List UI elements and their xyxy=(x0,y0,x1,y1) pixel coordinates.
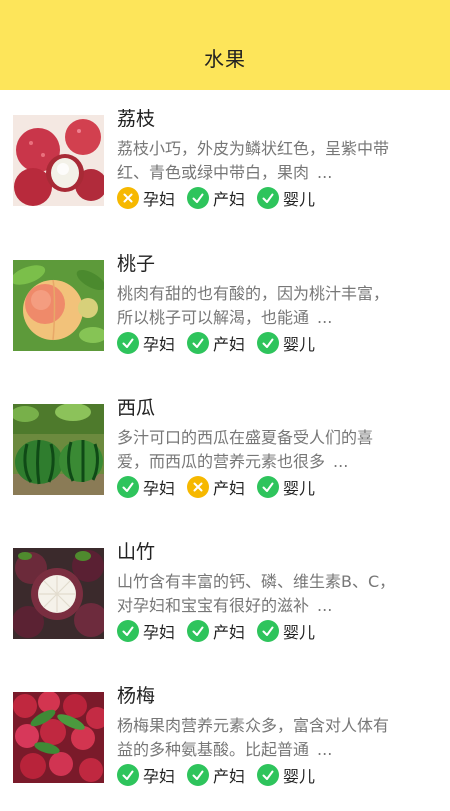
tag-pregnant: 孕妇 xyxy=(117,475,175,499)
mangosteen-image xyxy=(13,548,104,639)
tag-postpartum: 产妇 xyxy=(187,186,245,210)
fruit-name: 山竹 xyxy=(117,541,156,563)
check-icon xyxy=(257,187,280,209)
fruit-item-bayberry[interactable]: 杨梅 杨梅果肉营养元素众多，富含对人体有 益的多种氨基酸。比起普通... 孕妇 … xyxy=(0,667,450,811)
bayberry-image xyxy=(13,692,104,783)
tag-infant: 婴儿 xyxy=(257,619,315,643)
fruit-item-peach[interactable]: 桃子 桃肉有甜的也有酸的，因为桃汁丰富， 所以桃子可以解渴，也能通... 孕妇 … xyxy=(0,235,450,379)
tag-pregnant: 孕妇 xyxy=(117,763,175,787)
check-icon xyxy=(117,620,139,642)
tag-infant: 婴儿 xyxy=(257,763,315,787)
tag-infant: 婴儿 xyxy=(257,331,315,355)
tag-postpartum: 产妇 xyxy=(187,475,245,499)
fruit-description: 杨梅果肉营养元素众多，富含对人体有 益的多种氨基酸。比起普通... xyxy=(117,716,390,759)
tag-infant: 婴儿 xyxy=(257,475,315,499)
check-icon xyxy=(117,476,139,498)
tag-postpartum: 产妇 xyxy=(187,619,245,643)
fruit-name: 西瓜 xyxy=(117,397,156,419)
check-icon xyxy=(257,332,280,354)
suitability-tags: 孕妇 产妇 婴儿 xyxy=(117,331,327,355)
check-icon xyxy=(187,332,210,354)
tag-postpartum: 产妇 xyxy=(187,763,245,787)
peach-image xyxy=(13,260,104,351)
lychee-image xyxy=(13,115,104,206)
fruit-description: 桃肉有甜的也有酸的，因为桃汁丰富， 所以桃子可以解渴，也能通... xyxy=(117,284,390,327)
fruit-description: 多汁可口的西瓜在盛夏备受人们的喜 爱，而西瓜的营养元素也很多... xyxy=(117,428,374,471)
check-icon xyxy=(257,476,280,498)
check-icon xyxy=(257,764,280,786)
check-icon xyxy=(187,620,210,642)
suitability-tags: 孕妇 产妇 婴儿 xyxy=(117,619,327,643)
watermelon-image xyxy=(13,404,104,495)
page-title: 水果 xyxy=(204,47,246,71)
tag-pregnant: 孕妇 xyxy=(117,619,175,643)
fruit-description: 荔枝小巧，外皮为鳞状红色，呈紫中带 红、青色或绿中带白，果肉... xyxy=(117,139,390,182)
x-icon xyxy=(187,476,210,498)
check-icon xyxy=(187,764,210,786)
fruit-name: 桃子 xyxy=(117,253,156,275)
check-icon xyxy=(117,332,139,354)
tag-postpartum: 产妇 xyxy=(187,331,245,355)
suitability-tags: 孕妇 产妇 婴儿 xyxy=(117,186,327,210)
fruit-item-watermelon[interactable]: 西瓜 多汁可口的西瓜在盛夏备受人们的喜 爱，而西瓜的营养元素也很多... 孕妇 … xyxy=(0,379,450,523)
fruit-item-mangosteen[interactable]: 山竹 山竹含有丰富的钙、磷、维生素B、C， 对孕妇和宝宝有很好的滋补... 孕妇… xyxy=(0,523,450,667)
tag-pregnant: 孕妇 xyxy=(117,331,175,355)
check-icon xyxy=(117,764,139,786)
x-icon xyxy=(117,187,139,209)
fruit-item-lychee[interactable]: 荔枝 荔枝小巧，外皮为鳞状红色，呈紫中带 红、青色或绿中带白，果肉... 孕妇 … xyxy=(0,90,450,234)
fruit-name: 杨梅 xyxy=(117,685,156,707)
app-header: 水果 xyxy=(0,0,450,90)
tag-infant: 婴儿 xyxy=(257,186,315,210)
suitability-tags: 孕妇 产妇 婴儿 xyxy=(117,763,327,787)
check-icon xyxy=(187,187,210,209)
fruit-name: 荔枝 xyxy=(117,108,156,130)
suitability-tags: 孕妇 产妇 婴儿 xyxy=(117,475,327,499)
check-icon xyxy=(257,620,280,642)
fruit-description: 山竹含有丰富的钙、磷、维生素B、C， 对孕妇和宝宝有很好的滋补... xyxy=(117,572,396,615)
tag-pregnant: 孕妇 xyxy=(117,186,175,210)
